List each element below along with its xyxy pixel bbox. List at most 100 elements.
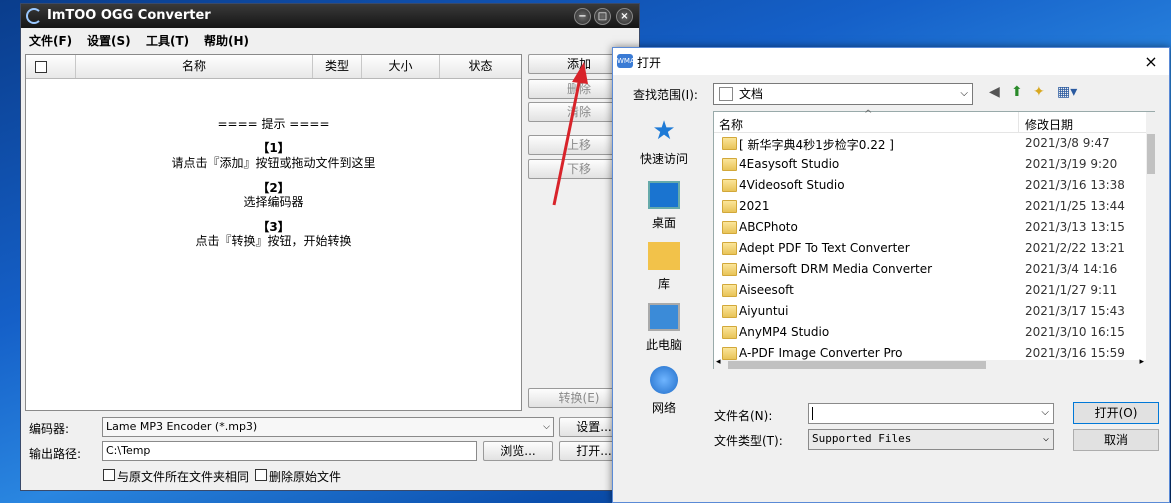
folder-icon bbox=[722, 326, 737, 339]
file-date: 2021/2/22 13:21 bbox=[1025, 241, 1125, 255]
same-folder-checkbox[interactable] bbox=[103, 469, 115, 481]
file-row[interactable]: A-PDF Image Converter Pro 2021/3/16 15:59 bbox=[714, 343, 1146, 360]
open-button[interactable]: 打开(O) bbox=[1073, 402, 1159, 424]
column-size[interactable]: 大小 bbox=[362, 55, 440, 78]
cancel-button[interactable]: 取消 bbox=[1073, 429, 1159, 451]
menu-help[interactable]: 帮助(H) bbox=[204, 32, 249, 49]
desktop-icon bbox=[648, 181, 680, 209]
place-network[interactable]: 网络 bbox=[619, 366, 709, 416]
file-row[interactable]: 2021 2021/1/25 13:44 bbox=[714, 196, 1146, 217]
file-name: Aiseesoft bbox=[739, 283, 794, 297]
file-name: 4Videosoft Studio bbox=[739, 178, 845, 192]
filename-label: 文件名(N): bbox=[714, 409, 773, 423]
tip-step1: 请点击『添加』按钮或拖动文件到这里 bbox=[171, 156, 376, 170]
file-row[interactable]: Aiseesoft 2021/1/27 9:11 bbox=[714, 280, 1146, 301]
column-date[interactable]: 修改日期 bbox=[1025, 116, 1073, 133]
dialog-title: 打开 bbox=[637, 56, 662, 70]
same-folder-label: 与原文件所在文件夹相同 bbox=[117, 470, 250, 484]
file-row[interactable]: [ 新华字典4秒1步检字0.22 ] 2021/3/8 9:47 bbox=[714, 133, 1146, 154]
delete-source-label: 删除原始文件 bbox=[269, 470, 342, 484]
converter-title-bar[interactable]: ImTOO OGG Converter − □ × bbox=[21, 4, 639, 28]
encoder-value: Lame MP3 Encoder (*.mp3) bbox=[106, 420, 258, 433]
menu-settings[interactable]: 设置(S) bbox=[87, 32, 131, 49]
place-desktop[interactable]: 桌面 bbox=[619, 181, 709, 231]
filetype-label: 文件类型(T): bbox=[714, 434, 783, 448]
desktop: { "converter": { "title": "ImTOO OGG Con… bbox=[0, 0, 1171, 503]
folder-icon bbox=[722, 137, 737, 150]
output-path-label: 输出路径: bbox=[29, 447, 82, 461]
file-rows: [ 新华字典4秒1步检字0.22 ] 2021/3/8 9:47 4Easysoft… bbox=[714, 133, 1146, 360]
column-type[interactable]: 类型 bbox=[313, 55, 362, 78]
tip-step3: 点击『转换』按钮，开始转换 bbox=[195, 234, 352, 248]
filetype-select[interactable]: Supported Files ⌵ bbox=[808, 429, 1054, 450]
places-bar: ★ 快速访问 桌面 库 此电脑 网络 bbox=[619, 111, 709, 441]
file-date: 2021/3/19 9:20 bbox=[1025, 157, 1118, 171]
browse-button[interactable]: 浏览... bbox=[483, 441, 553, 461]
column-status[interactable]: 状态 bbox=[440, 55, 521, 78]
horizontal-scrollbar[interactable]: ◂ ▸ bbox=[714, 357, 1146, 370]
encoder-label: 编码器: bbox=[29, 422, 70, 436]
place-library[interactable]: 库 bbox=[619, 242, 709, 292]
computer-icon bbox=[648, 303, 680, 331]
look-in-value: 文档 bbox=[739, 87, 764, 101]
scroll-right-icon[interactable]: ▸ bbox=[1139, 357, 1144, 367]
filename-input[interactable]: ⌵ bbox=[808, 403, 1054, 424]
star-icon: ★ bbox=[652, 116, 676, 146]
select-all-checkbox[interactable] bbox=[35, 61, 47, 73]
dialog-close-button[interactable]: × bbox=[1137, 52, 1165, 72]
close-button[interactable]: × bbox=[616, 8, 633, 25]
file-row[interactable]: Aiyuntui 2021/3/17 15:43 bbox=[714, 301, 1146, 322]
menu-file[interactable]: 文件(F) bbox=[29, 32, 72, 49]
look-in-select[interactable]: 文档 ⌵ bbox=[713, 83, 973, 105]
file-date: 2021/3/17 15:43 bbox=[1025, 304, 1125, 318]
delete-source-checkbox[interactable] bbox=[255, 469, 267, 481]
chevron-down-icon: ⌵ bbox=[1041, 407, 1049, 418]
column-divider bbox=[1018, 112, 1019, 133]
vertical-scroll-thumb[interactable] bbox=[1147, 134, 1155, 174]
scroll-left-icon[interactable]: ◂ bbox=[716, 357, 721, 367]
chevron-down-icon: ⌵ bbox=[960, 88, 968, 99]
file-date: 2021/3/16 15:59 bbox=[1025, 346, 1125, 360]
menu-bar: 文件(F) 设置(S) 工具(T) 帮助(H) bbox=[21, 29, 639, 51]
folder-icon bbox=[722, 284, 737, 297]
file-row[interactable]: Adept PDF To Text Converter 2021/2/22 13:… bbox=[714, 238, 1146, 259]
view-menu-icon[interactable]: ▦▾ bbox=[1057, 84, 1077, 100]
file-row[interactable]: ABCPhoto 2021/3/13 13:15 bbox=[714, 217, 1146, 238]
file-row[interactable]: 4Easysoft Studio 2021/3/19 9:20 bbox=[714, 154, 1146, 175]
place-quick-access[interactable]: ★ 快速访问 bbox=[619, 117, 709, 167]
back-icon[interactable]: ◀ bbox=[989, 84, 1000, 100]
column-name[interactable]: 名称 bbox=[76, 55, 313, 78]
file-list-view[interactable]: 名称 ^ 修改日期 [ 新华字典4秒1步检字0.22 ] 2021/3/8 9:4… bbox=[713, 109, 1156, 370]
file-name: Adept PDF To Text Converter bbox=[739, 241, 910, 255]
file-date: 2021/3/8 9:47 bbox=[1025, 136, 1110, 150]
file-name: Aiyuntui bbox=[739, 304, 789, 318]
dialog-title-bar[interactable]: WMA 打开 × bbox=[613, 48, 1169, 75]
up-folder-icon[interactable]: ⬆ bbox=[1011, 84, 1023, 100]
file-name: 2021 bbox=[739, 199, 770, 213]
select-all-column bbox=[26, 55, 76, 78]
place-this-pc[interactable]: 此电脑 bbox=[619, 303, 709, 353]
tip-step2: 选择编码器 bbox=[243, 195, 304, 209]
file-name: Aimersoft DRM Media Converter bbox=[739, 262, 933, 276]
converter-title: ImTOO OGG Converter bbox=[47, 8, 211, 23]
folder-icon bbox=[722, 158, 737, 171]
horizontal-scroll-thumb[interactable] bbox=[728, 361, 986, 369]
look-in-label: 查找范围(I): bbox=[633, 88, 698, 102]
file-row[interactable]: AnyMP4 Studio 2021/3/10 16:15 bbox=[714, 322, 1146, 343]
output-path-input[interactable]: C:\Temp bbox=[102, 441, 477, 461]
new-folder-icon[interactable]: ✦ bbox=[1033, 84, 1045, 100]
open-dialog: WMA 打开 × 查找范围(I): 文档 ⌵ ◀ ⬆ ✦ ▦▾ ★ 快速访问 桌… bbox=[612, 47, 1170, 503]
encoder-select[interactable]: Lame MP3 Encoder (*.mp3) ⌵ bbox=[102, 417, 554, 437]
vertical-scrollbar[interactable] bbox=[1146, 112, 1156, 370]
menu-tools[interactable]: 工具(T) bbox=[146, 32, 189, 49]
file-date: 2021/3/4 14:16 bbox=[1025, 262, 1118, 276]
column-name[interactable]: 名称 bbox=[719, 116, 743, 133]
dialog-app-icon: WMA bbox=[617, 54, 635, 68]
file-row[interactable]: 4Videosoft Studio 2021/3/16 13:38 bbox=[714, 175, 1146, 196]
file-date: 2021/3/16 13:38 bbox=[1025, 178, 1125, 192]
minimize-button[interactable]: − bbox=[574, 8, 591, 25]
file-row[interactable]: Aimersoft DRM Media Converter 2021/3/4 14… bbox=[714, 259, 1146, 280]
maximize-button[interactable]: □ bbox=[594, 8, 611, 25]
sort-up-icon: ^ bbox=[864, 109, 873, 120]
file-list[interactable]: 名称 类型 大小 状态 ==== 提示 ==== 【1】 请点击『添加』按钮或拖… bbox=[25, 54, 522, 411]
